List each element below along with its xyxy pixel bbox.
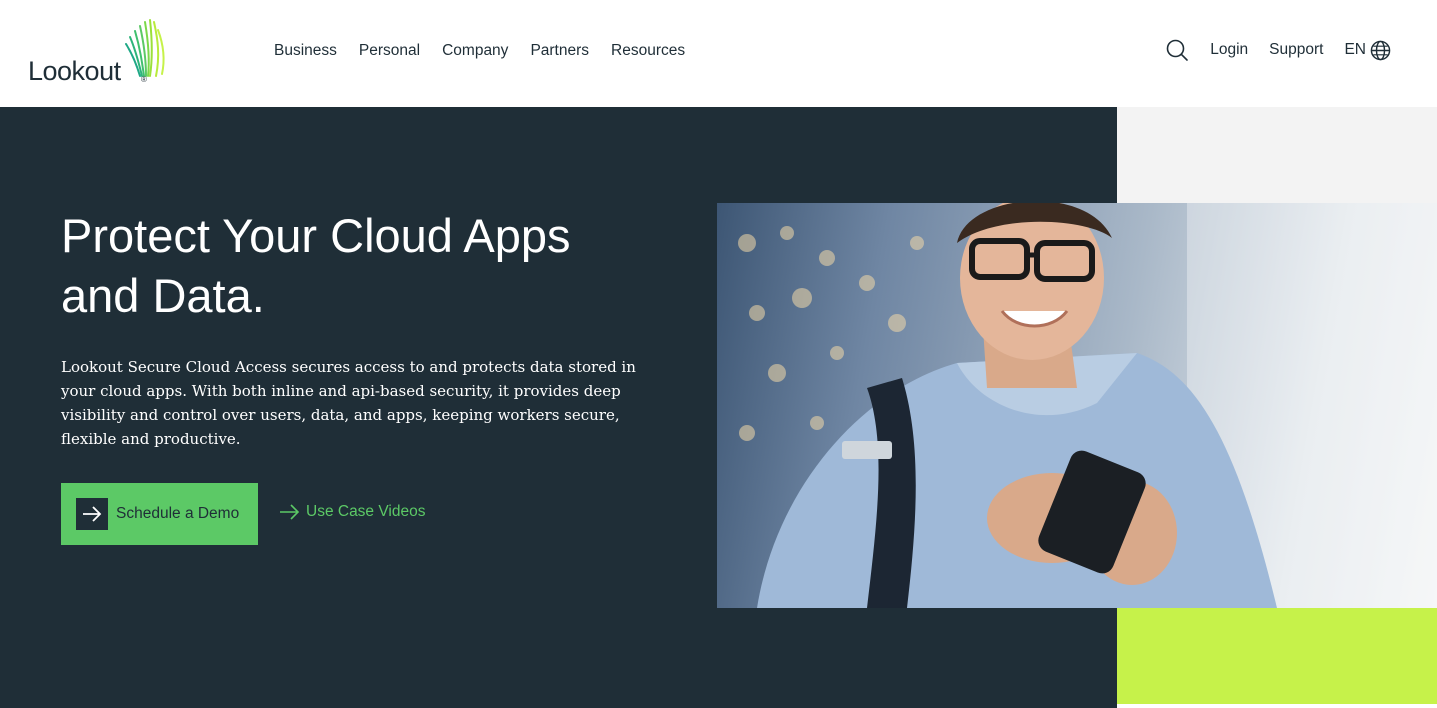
main-nav: Business Personal Company Partners Resou… — [274, 42, 685, 60]
site-header: Lookout ® Business Personal Company Part… — [0, 0, 1437, 107]
decorative-divider — [1117, 704, 1437, 708]
nav-item-business[interactable]: Business — [274, 42, 337, 60]
arrow-right-icon — [280, 504, 300, 520]
use-case-videos-label: Use Case Videos — [306, 503, 426, 520]
schedule-demo-button[interactable]: Schedule a Demo — [61, 483, 258, 545]
hero-title: Protect Your Cloud Apps and Data. — [61, 209, 571, 322]
schedule-demo-label: Schedule a Demo — [116, 505, 240, 522]
nav-item-resources[interactable]: Resources — [611, 42, 685, 60]
logo-text: Lookout — [28, 56, 121, 86]
hero-photo-illustration — [738, 203, 1437, 608]
logo-mark-icon — [125, 19, 165, 77]
hero-description: Lookout Secure Cloud Access secures acce… — [61, 358, 636, 448]
language-label: EN — [1344, 41, 1366, 58]
search-icon[interactable] — [1165, 38, 1189, 62]
arrow-right-icon — [76, 498, 108, 530]
login-link[interactable]: Login — [1210, 41, 1248, 59]
decorative-lime-block — [1117, 608, 1437, 708]
decorative-gray-block — [1117, 107, 1437, 203]
nav-item-company[interactable]: Company — [442, 42, 508, 60]
support-link[interactable]: Support — [1269, 41, 1323, 59]
language-selector[interactable]: EN — [1344, 40, 1391, 61]
nav-item-personal[interactable]: Personal — [359, 42, 420, 60]
utility-nav: Login Support EN — [1165, 38, 1391, 62]
logo-registered-mark: ® — [141, 75, 147, 84]
globe-icon — [1370, 40, 1391, 60]
nav-item-partners[interactable]: Partners — [530, 42, 589, 60]
lookout-logo[interactable]: Lookout ® — [28, 18, 178, 88]
use-case-videos-link[interactable]: Use Case Videos — [279, 503, 425, 521]
hero-photo — [717, 203, 1437, 608]
